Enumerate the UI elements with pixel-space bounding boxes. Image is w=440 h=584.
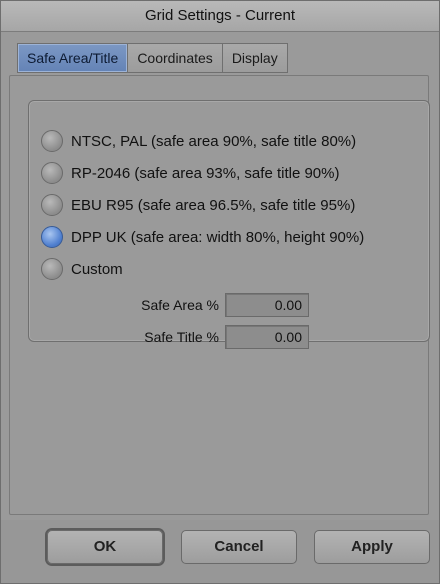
tab-coordinates[interactable]: Coordinates bbox=[128, 43, 223, 73]
radio-button-icon[interactable] bbox=[41, 194, 63, 216]
option-custom[interactable]: Custom bbox=[41, 255, 123, 283]
grid-settings-window: Grid Settings - Current Safe Area/Title … bbox=[0, 0, 440, 584]
safe-area-options-group: NTSC, PAL (safe area 90%, safe title 80%… bbox=[28, 100, 430, 349]
tab-bar: Safe Area/Title Coordinates Display bbox=[17, 43, 288, 73]
option-rp-2046[interactable]: RP-2046 (safe area 93%, safe title 90%) bbox=[41, 159, 339, 187]
tab-panel: NTSC, PAL (safe area 90%, safe title 80%… bbox=[9, 75, 430, 515]
cancel-button[interactable]: Cancel bbox=[181, 530, 297, 564]
radio-button-icon[interactable] bbox=[41, 258, 63, 280]
option-label: EBU R95 (safe area 96.5%, safe title 95%… bbox=[71, 196, 356, 214]
option-label: Custom bbox=[71, 260, 123, 278]
apply-button[interactable]: Apply bbox=[314, 530, 430, 564]
option-dpp-uk[interactable]: DPP UK (safe area: width 80%, height 90%… bbox=[41, 223, 364, 251]
safe-area-label: Safe Area % bbox=[141, 297, 219, 313]
button-bar: OK Cancel Apply bbox=[1, 520, 439, 583]
safe-title-input[interactable]: 0.00 bbox=[225, 325, 309, 349]
tab-safe-area-title[interactable]: Safe Area/Title bbox=[17, 43, 129, 73]
ok-button[interactable]: OK bbox=[47, 530, 163, 564]
option-ebu-r95[interactable]: EBU R95 (safe area 96.5%, safe title 95%… bbox=[41, 191, 355, 219]
option-label: RP-2046 (safe area 93%, safe title 90%) bbox=[71, 164, 340, 182]
option-label: DPP UK (safe area: width 80%, height 90%… bbox=[71, 228, 365, 246]
safe-area-row: Safe Area % 0.00 bbox=[115, 291, 309, 319]
radio-button-selected-icon[interactable] bbox=[41, 226, 63, 248]
window-title: Grid Settings - Current bbox=[1, 1, 439, 32]
safe-title-label: Safe Title % bbox=[144, 329, 219, 345]
radio-button-icon[interactable] bbox=[41, 162, 63, 184]
option-label: NTSC, PAL (safe area 90%, safe title 80%… bbox=[71, 132, 357, 150]
radio-button-icon[interactable] bbox=[41, 130, 63, 152]
safe-title-row: Safe Title % 0.00 bbox=[115, 323, 309, 351]
tab-display[interactable]: Display bbox=[222, 43, 288, 73]
safe-area-input[interactable]: 0.00 bbox=[225, 293, 309, 317]
option-ntsc-pal[interactable]: NTSC, PAL (safe area 90%, safe title 80%… bbox=[41, 127, 356, 155]
